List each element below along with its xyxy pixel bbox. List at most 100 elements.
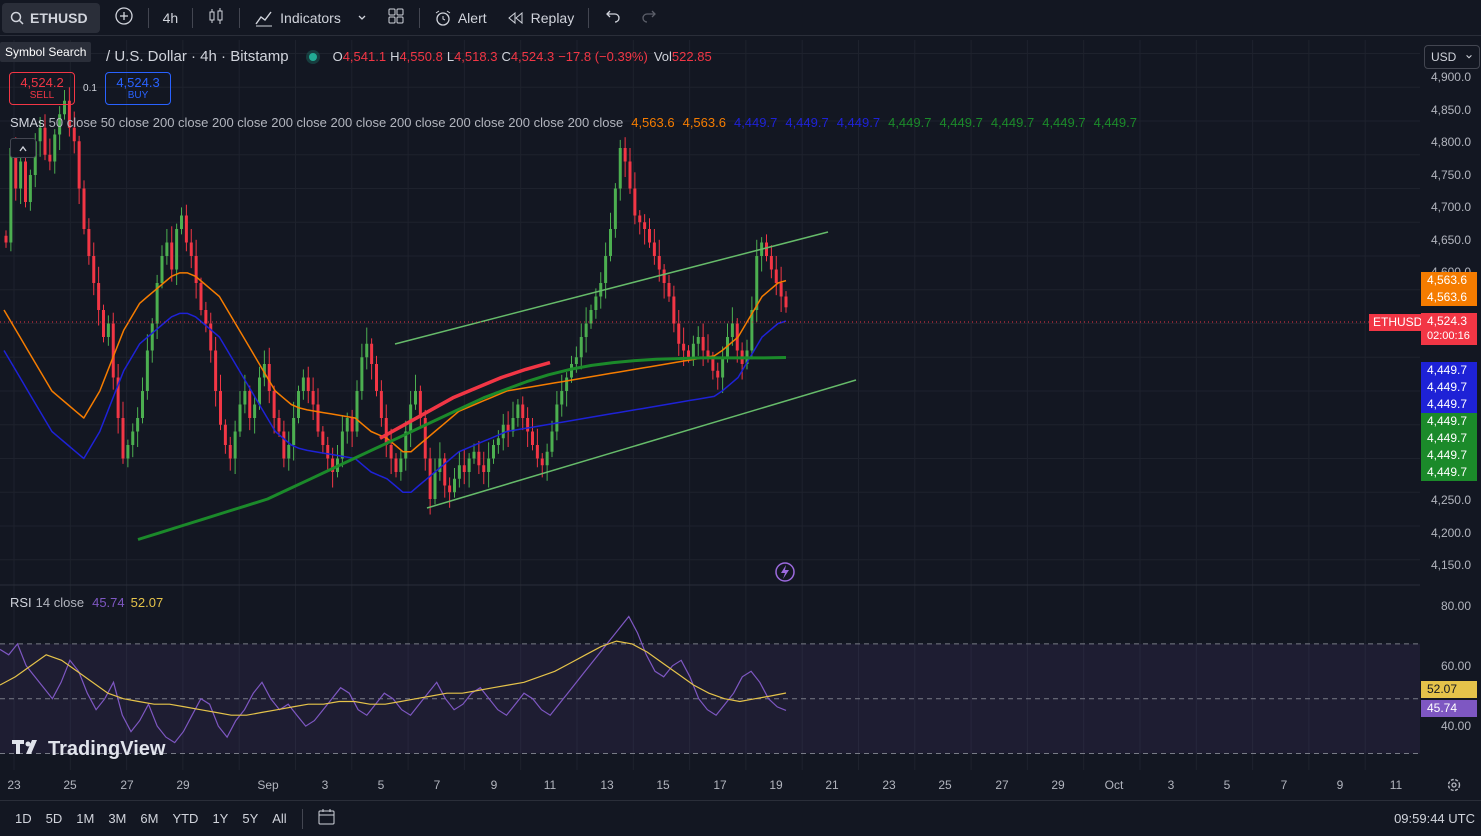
range-5d-button[interactable]: 5D — [39, 811, 70, 826]
candle-body — [482, 465, 486, 472]
sma200-price-tag: 4,449.7 — [1421, 396, 1477, 413]
sma-params: 50 close 50 close 200 close 200 close 20… — [48, 115, 624, 130]
replay-marker-icon[interactable] — [775, 562, 795, 582]
chevron-up-icon — [18, 141, 28, 156]
time-axis-label: 29 — [176, 778, 190, 792]
spread-value: 0.1 — [83, 83, 97, 94]
sma-value: 4,563.6 — [682, 115, 726, 130]
candle-body — [375, 364, 378, 391]
range-ytd-button[interactable]: YTD — [165, 811, 205, 826]
currency-select[interactable]: USD — [1424, 45, 1480, 69]
tradingview-logo[interactable]: TradingView — [12, 738, 165, 761]
buy-label: BUY — [127, 90, 149, 102]
range-1y-button[interactable]: 1Y — [205, 811, 235, 826]
sma-value: 4,449.7 — [1093, 115, 1137, 130]
range-1m-button[interactable]: 1M — [69, 811, 101, 826]
time-axis-label: 29 — [1051, 778, 1065, 792]
candle-body — [638, 215, 642, 223]
candle-body — [687, 350, 690, 358]
sma200-price-tag: 4,449.7 — [1421, 447, 1477, 464]
candle-body — [165, 242, 169, 256]
candle-body — [219, 391, 222, 425]
candle-body — [170, 242, 174, 270]
candle-body — [716, 370, 720, 378]
candle-body — [350, 418, 354, 432]
candle-body — [272, 391, 276, 418]
candle-body — [306, 377, 310, 391]
candle-body — [472, 451, 476, 459]
candle-body — [287, 445, 291, 459]
candle-body — [126, 445, 130, 459]
candle-body — [409, 404, 413, 432]
close-label: C — [501, 49, 511, 64]
candle-body — [487, 458, 491, 472]
sell-button[interactable]: 4,524.2 SELL — [9, 72, 75, 105]
candle-body — [730, 323, 734, 337]
time-axis-label: 23 — [882, 778, 896, 792]
candle-body — [462, 465, 466, 472]
sell-label: SELL — [29, 90, 55, 102]
collapse-legend-button[interactable] — [10, 138, 36, 158]
time-axis-label: 19 — [769, 778, 783, 792]
channel-lower-line[interactable] — [426, 379, 857, 509]
sma-value: 4,449.7 — [990, 115, 1035, 130]
range-6m-button[interactable]: 6M — [133, 811, 165, 826]
candle-body — [574, 357, 578, 364]
candle-body — [292, 418, 296, 445]
date-range-icon[interactable] — [317, 808, 337, 829]
rsi-legend[interactable]: RSI 14 close 45.74 52.07 — [10, 595, 163, 610]
sma-value: 4,449.7 — [888, 115, 932, 130]
price-axis-label: 4,850.0 — [1430, 103, 1471, 117]
candle-body — [4, 235, 8, 243]
open-label: O — [332, 49, 343, 64]
candle-body — [769, 256, 773, 270]
low-value: 4,518.3 — [454, 49, 498, 64]
candle-body — [550, 431, 554, 452]
candle-body — [297, 391, 300, 418]
time-axis-label: 11 — [543, 778, 557, 792]
candle-body — [555, 404, 559, 432]
sma200-price-tag: 4,449.7 — [1421, 464, 1477, 481]
symbol-legend: / U.S. Dollar · 4h · Bitstamp O 4,541.1 H… — [106, 48, 712, 65]
close-value: 4,524.3 — [510, 49, 555, 64]
candle-body — [496, 438, 500, 445]
candle-body — [609, 229, 612, 256]
candle-body — [267, 364, 271, 391]
buy-button[interactable]: 4,524.3 BUY — [105, 72, 171, 105]
candle-body — [584, 323, 588, 337]
candle-body — [755, 256, 759, 310]
sma-legend[interactable]: SMAs 50 close 50 close 200 close 200 clo… — [10, 115, 1137, 130]
chevron-down-icon — [1465, 46, 1473, 68]
candle-body — [43, 127, 47, 155]
sma200-price-tag: 4,449.7 — [1421, 362, 1477, 379]
settings-gear-icon[interactable] — [1446, 777, 1462, 796]
time-axis-label: 27 — [995, 778, 1009, 792]
rsi-ma-tag: 52.07 — [1421, 681, 1477, 698]
bar-countdown: 02:00:16 — [1421, 328, 1477, 345]
sma200-price-tag: 4,449.7 — [1421, 413, 1477, 430]
candle-body — [321, 431, 325, 445]
candle-body — [433, 472, 437, 499]
rsi-ma-value: 52.07 — [130, 595, 164, 610]
range-1d-button[interactable]: 1D — [8, 811, 39, 826]
change-value: −17.8 (−0.39%) — [558, 49, 648, 64]
time-axis-label: 27 — [120, 778, 134, 792]
range-all-button[interactable]: All — [265, 811, 293, 826]
sma-value: 4,449.7 — [939, 115, 983, 130]
clock-display[interactable]: 09:59:44 UTC — [1394, 811, 1475, 826]
time-axis-label: 3 — [321, 778, 329, 792]
sma-value: 4,449.7 — [836, 115, 881, 130]
candle-body — [301, 377, 305, 391]
price-axis-label: 4,150.0 — [1430, 558, 1471, 572]
range-3m-button[interactable]: 3M — [101, 811, 133, 826]
candle-body — [691, 343, 695, 358]
sma200-price-tag: 4,449.7 — [1421, 379, 1477, 396]
price-axis-label: 4,650.0 — [1430, 233, 1471, 247]
volume-label: Vol — [653, 49, 672, 64]
candle-body — [9, 148, 13, 243]
candle-body — [501, 424, 505, 439]
rsi-tag: 45.74 — [1421, 700, 1477, 717]
candle-body — [24, 161, 27, 202]
range-5y-button[interactable]: 5Y — [235, 811, 265, 826]
candle-body — [516, 404, 520, 418]
